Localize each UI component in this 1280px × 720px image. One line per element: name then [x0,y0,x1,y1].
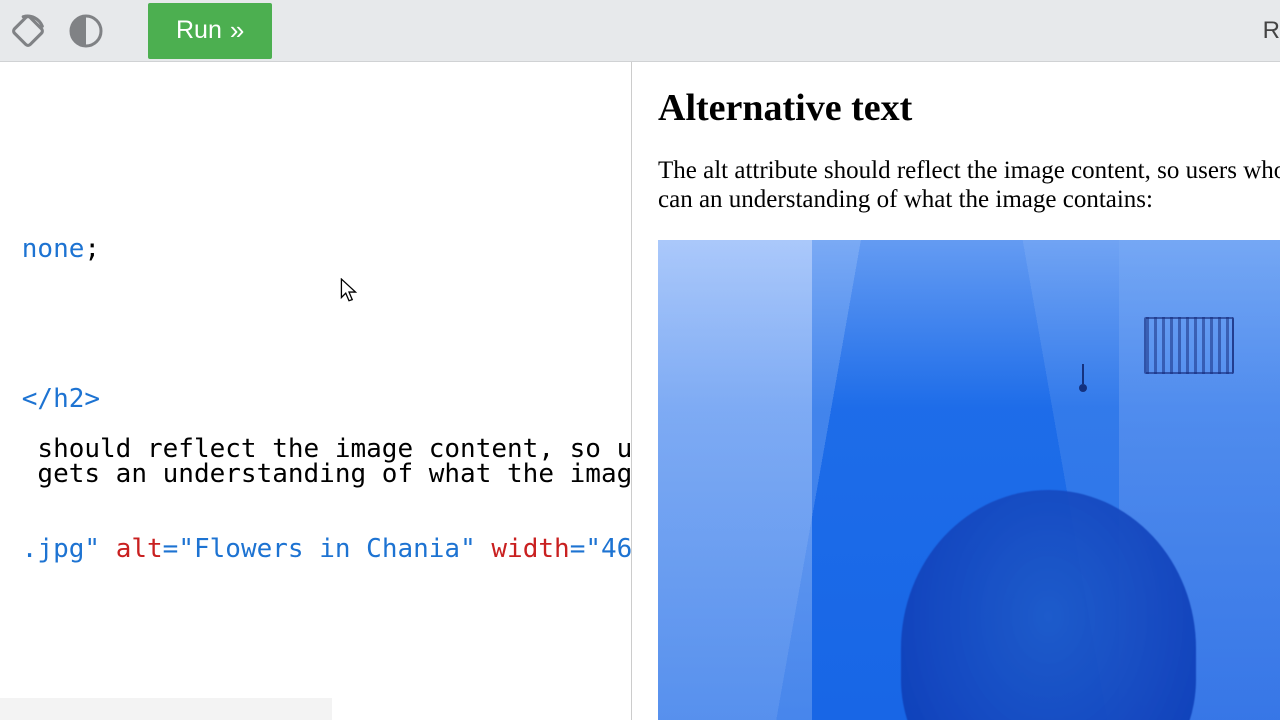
code-editor-pane[interactable]: none; </h2> should reflect the image con… [0,62,632,720]
output-pane: Alternative text The alt attribute shoul… [632,62,1280,720]
code-attr-alt: alt [116,534,163,564]
code-attr-width: width [491,534,569,564]
toolbar: Run » R [0,0,1280,62]
run-button[interactable]: Run » [148,3,272,59]
run-button-label: Run [176,16,222,45]
code-closing-tag: </h2> [22,384,100,414]
output-paragraph: The alt attribute should reflect the ima… [658,156,1280,214]
chevron-right-icon: » [230,17,244,43]
horizontal-scrollbar[interactable] [0,698,332,720]
toolbar-right-partial: R [1263,0,1280,62]
output-image [658,240,1280,720]
code-value: none [22,234,85,264]
code-string: .jpg" [22,534,100,564]
output-heading: Alternative text [658,86,1280,130]
orientation-icon[interactable] [8,11,48,51]
code-content[interactable]: none; </h2> should reflect the image con… [0,62,632,562]
theme-toggle-icon[interactable] [66,11,106,51]
toolbar-right-label: R [1263,17,1280,45]
toolbar-left: Run » [8,3,272,59]
code-text-line: gets an understanding of what the image … [22,459,632,489]
workspace: none; </h2> should reflect the image con… [0,62,1280,720]
